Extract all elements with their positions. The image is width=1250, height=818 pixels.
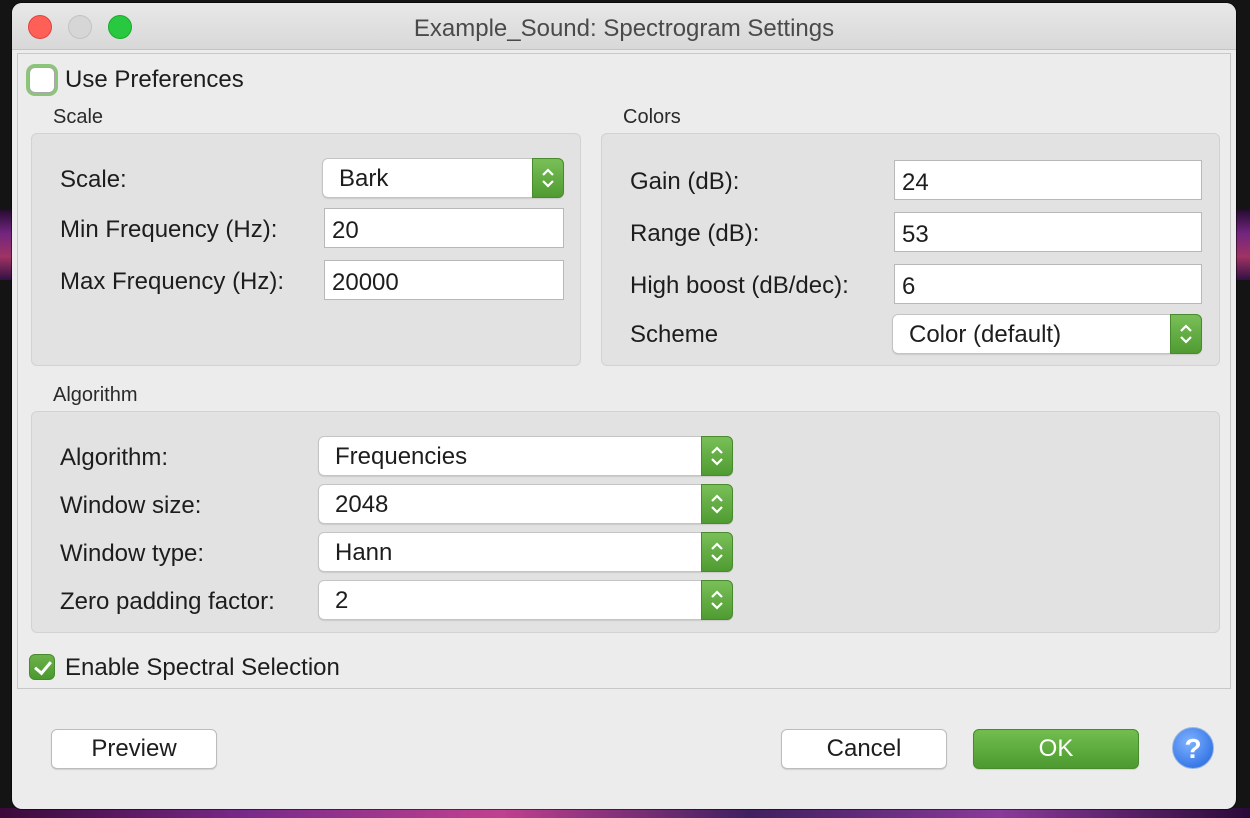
window-title: Example_Sound: Spectrogram Settings (413, 15, 835, 42)
window-size-label: Window size: (60, 492, 202, 519)
scale-label: Scale: (60, 166, 127, 193)
use-preferences-checkbox[interactable] (29, 67, 55, 93)
window-size-select-value: 2048 (335, 491, 389, 518)
max-frequency-label: Max Frequency (Hz): (60, 268, 285, 295)
min-frequency-field[interactable]: 20 (324, 208, 564, 248)
algorithm-group-title: Algorithm (53, 384, 138, 406)
preview-button[interactable]: Preview (51, 729, 217, 769)
scheme-select[interactable]: Color (default) (892, 314, 1202, 354)
scale-group-title: Scale (53, 106, 104, 128)
high-boost-label: High boost (dB/dec): (630, 272, 849, 299)
chevron-updown-icon (701, 532, 733, 572)
spectral-selection-label: Enable Spectral Selection (65, 654, 340, 681)
help-button[interactable]: ? (1172, 727, 1214, 769)
title-bar: Example_Sound: Spectrogram Settings (12, 3, 1236, 50)
colors-group: Gain (dB): 24 Range (dB): 53 High boost … (601, 133, 1220, 366)
scale-group: Scale: Bark Min Frequency (Hz): 20 Max F… (31, 133, 581, 366)
algorithm-select-value: Frequencies (335, 443, 468, 470)
zero-padding-select[interactable]: 2 (318, 580, 733, 620)
scale-select[interactable]: Bark (322, 158, 564, 198)
background-wallpaper-bottom (0, 808, 1250, 818)
chevron-updown-icon (701, 580, 733, 620)
min-frequency-label: Min Frequency (Hz): (60, 216, 278, 243)
scheme-select-value: Color (default) (909, 321, 1062, 348)
algorithm-select[interactable]: Frequencies (318, 436, 733, 476)
scheme-label: Scheme (630, 321, 719, 348)
chevron-updown-icon (701, 484, 733, 524)
window-type-select[interactable]: Hann (318, 532, 733, 572)
use-preferences-label: Use Preferences (65, 66, 244, 93)
algorithm-label: Algorithm: (60, 444, 169, 471)
ok-button[interactable]: OK (973, 729, 1139, 769)
algorithm-group: Algorithm: Frequencies Window size: 2048… (31, 411, 1220, 633)
settings-panel: Use Preferences Scale Scale: Bark Min Fr… (17, 53, 1231, 689)
range-field[interactable]: 53 (894, 212, 1202, 252)
max-frequency-field[interactable]: 20000 (324, 260, 564, 300)
high-boost-field[interactable]: 6 (894, 264, 1202, 304)
gain-field[interactable]: 24 (894, 160, 1202, 200)
window-type-label: Window type: (60, 540, 205, 567)
zero-padding-select-value: 2 (335, 587, 349, 614)
chevron-updown-icon (1170, 314, 1202, 354)
spectral-selection-checkbox[interactable] (29, 654, 55, 680)
cancel-button[interactable]: Cancel (781, 729, 947, 769)
dialog-window: Example_Sound: Spectrogram Settings Use … (12, 3, 1236, 809)
window-type-select-value: Hann (335, 539, 393, 566)
chevron-updown-icon (532, 158, 564, 198)
colors-group-title: Colors (623, 106, 681, 128)
zero-padding-label: Zero padding factor: (60, 588, 275, 615)
chevron-updown-icon (701, 436, 733, 476)
range-label: Range (dB): (630, 220, 760, 247)
window-size-select[interactable]: 2048 (318, 484, 733, 524)
background-wallpaper-right (1236, 210, 1250, 280)
scale-select-value: Bark (339, 165, 389, 192)
gain-label: Gain (dB): (630, 168, 740, 195)
